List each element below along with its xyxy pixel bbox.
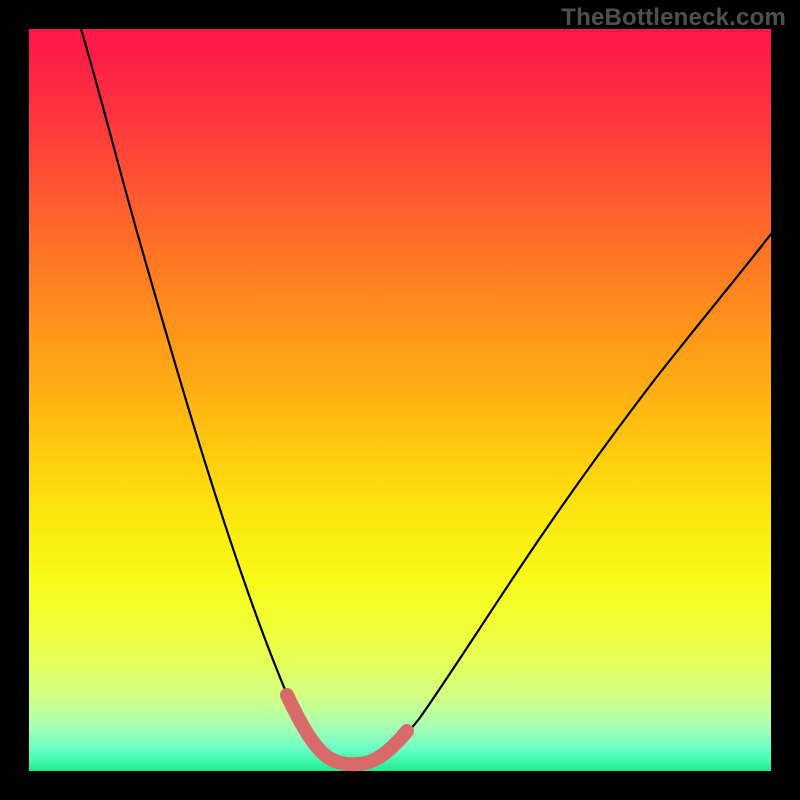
plot-area: [29, 29, 771, 771]
chart-frame: TheBottleneck.com: [0, 0, 800, 800]
chart-svg: [29, 29, 771, 771]
bottleneck-curve: [81, 29, 771, 764]
watermark-text: TheBottleneck.com: [561, 4, 786, 32]
bottleneck-curve-highlight: [287, 695, 407, 764]
